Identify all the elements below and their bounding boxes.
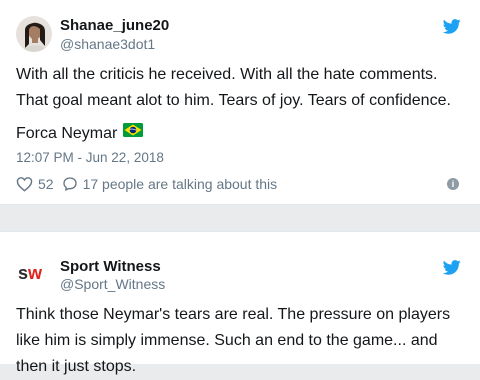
tweet-card-2: s w Sport Witness @Sport_Witness Think t…	[0, 231, 480, 375]
user-handle[interactable]: @Sport_Witness	[60, 276, 165, 292]
tweet-actions: 52 17 people are talking about this	[16, 174, 277, 194]
like-button[interactable]: 52	[16, 176, 54, 192]
like-count: 52	[38, 176, 54, 192]
tweet-text: Think those Neymar's tears are real. The…	[16, 306, 451, 375]
comment-button[interactable]: 17 people are talking about this	[62, 176, 278, 192]
twitter-bird-icon[interactable]	[442, 260, 461, 275]
brazil-flag-icon	[123, 120, 144, 146]
svg-text:w: w	[27, 263, 43, 283]
user-handle[interactable]: @shanae3dot1	[60, 36, 155, 52]
avatar[interactable]: s w	[16, 254, 52, 290]
tweet-signoff: Forca Neymar	[16, 125, 118, 143]
replies-text: 17 people are talking about this	[82, 176, 278, 192]
heart-icon	[16, 176, 33, 192]
tweet-signoff-line: Forca Neymar	[16, 120, 144, 147]
tweet-card-1: Shanae_june20 @shanae3dot1 With all the …	[0, 0, 480, 205]
svg-text:s: s	[18, 263, 28, 283]
info-icon[interactable]: i	[447, 178, 459, 190]
avatar[interactable]	[16, 16, 52, 52]
tweet-text: With all the criticis he received. With …	[16, 66, 451, 109]
display-name[interactable]: Sport Witness	[60, 258, 161, 275]
comment-icon	[62, 176, 78, 192]
tweet-timestamp[interactable]: 12:07 PM - Jun 22, 2018	[16, 150, 164, 165]
twitter-bird-icon[interactable]	[442, 19, 461, 34]
display-name[interactable]: Shanae_june20	[60, 17, 169, 34]
